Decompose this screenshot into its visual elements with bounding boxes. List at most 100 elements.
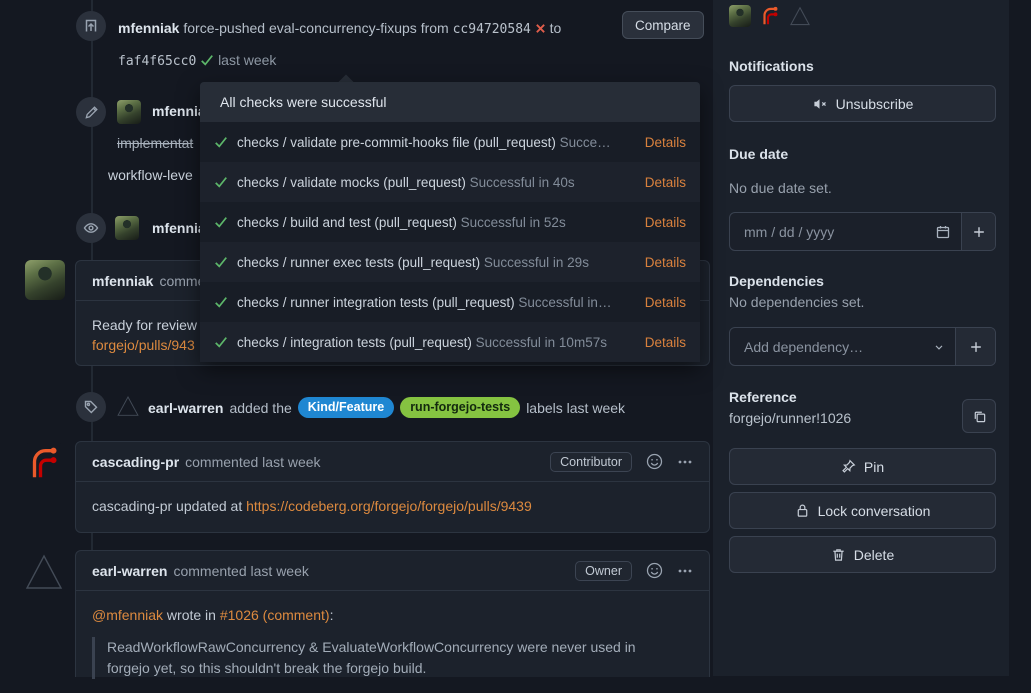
tag-icon [83,399,99,415]
check-row[interactable]: checks / validate mocks (pull_request) S… [200,162,700,202]
check-row[interactable]: checks / validate pre-commit-hooks file … [200,122,700,162]
force-push-event-line2: faf4f65cc0 last week [118,52,276,69]
comment-author[interactable]: cascading-pr [92,454,179,470]
delete-button[interactable]: Delete [729,536,996,573]
pin-button[interactable]: Pin [729,448,996,485]
add-dependency-select[interactable]: Add dependency… [730,339,923,355]
checks-list: checks / validate pre-commit-hooks file … [200,122,700,362]
check-row[interactable]: checks / integration tests (pull_request… [200,322,700,362]
check-row[interactable]: checks / build and test (pull_request) S… [200,202,700,242]
add-dependency-button[interactable] [955,328,995,365]
comment-meta: commented last week [185,454,320,470]
check-icon[interactable] [200,53,214,67]
due-date-heading: Due date [729,146,788,162]
comment-text: cascading-pr updated at [92,498,246,514]
mention-link[interactable]: @mfenniak [92,607,163,623]
comment-cascading-pr: cascading-pr commented last week Contrib… [75,441,710,533]
mute-icon [812,96,828,112]
lock-conversation-button[interactable]: Lock conversation [729,492,996,529]
comment-header: earl-warren commented last week Owner [76,551,709,591]
details-link[interactable]: Details [645,255,686,270]
label-run-forgejo-tests[interactable]: run-forgejo-tests [400,397,520,418]
actor-name[interactable]: mfenniak [118,20,179,36]
codeberg-pull-link[interactable]: https://codeberg.org/forgejo/forgejo/pul… [246,498,532,514]
dependencies-empty-text: No dependencies set. [729,294,864,310]
plus-icon [969,340,983,354]
check-status: Successful in 40s [470,175,575,190]
contributor-badge: Contributor [550,452,632,472]
check-icon [214,295,228,309]
copy-icon [972,409,987,424]
old-title-text: implementat [117,135,193,151]
pencil-icon [84,105,99,120]
forgejo-logo-avatar[interactable] [24,443,64,483]
new-title-text: workflow-leve [108,167,193,183]
avatar[interactable] [115,216,139,240]
comment-header: cascading-pr commented last week Contrib… [76,442,709,482]
participant-forgejo-avatar[interactable] [759,5,781,27]
check-icon [214,255,228,269]
force-push-event-line1: mfenniak force-pushed eval-concurrency-f… [118,20,561,37]
check-row[interactable]: checks / runner integration tests (pull_… [200,282,700,322]
details-link[interactable]: Details [645,175,686,190]
copy-reference-button[interactable] [962,399,996,433]
smiley-icon[interactable] [646,562,663,579]
comment-ref-link[interactable]: #1026 (comment) [220,607,330,623]
label-kind-feature[interactable]: Kind/Feature [298,397,394,418]
to-commit-sha[interactable]: faf4f65cc0 [118,54,196,69]
unsubscribe-button[interactable]: Unsubscribe [729,85,996,122]
check-icon [214,215,228,229]
due-date-empty-text: No due date set. [729,180,832,196]
check-name: checks / build and test (pull_request) [237,215,457,230]
pin-label: Pin [864,459,884,475]
labels-event-text: added the [229,400,291,416]
avatar[interactable] [25,260,65,300]
issue-sidebar: Notifications Unsubscribe Due date No du… [713,0,1009,676]
comment-author[interactable]: earl-warren [92,563,167,579]
calendar-icon[interactable] [925,224,961,240]
avatar[interactable] [117,100,141,124]
pin-icon [841,459,856,474]
force-push-event-icon-circle [76,11,106,41]
compare-button[interactable]: Compare [622,11,704,39]
participant-avatar[interactable] [729,5,751,27]
checks-dropdown-title: All checks were successful [200,82,700,122]
details-link[interactable]: Details [645,215,686,230]
labels-event-line: earl-warren added the Kind/Feature run-f… [148,397,625,418]
kebab-icon[interactable] [677,454,693,470]
forgejo-logo-icon [25,444,63,482]
lock-conversation-label: Lock conversation [818,503,931,519]
triangle-avatar[interactable] [24,552,64,592]
pull-request-link[interactable]: forgejo/pulls/943 [92,337,195,353]
details-link[interactable]: Details [645,135,686,150]
check-status: Succe… [560,135,611,150]
colon: : [330,607,334,623]
x-icon [535,23,546,34]
labels-event-actor[interactable]: earl-warren [148,400,223,416]
reference-value: forgejo/runner!1026 [729,410,851,426]
quoted-text: ReadWorkflowRawConcurrency & EvaluateWor… [92,637,667,679]
details-link[interactable]: Details [645,295,686,310]
event-time: last week [218,52,276,68]
comment-meta: commented last week [173,563,308,579]
comment-body: cascading-pr updated at https://codeberg… [76,482,709,530]
check-status: Successful in 29s [484,255,589,270]
comment-author[interactable]: mfenniak [92,273,153,289]
check-row[interactable]: checks / runner exec tests (pull_request… [200,242,700,282]
check-status: Successful in 52s [461,215,566,230]
dependency-input-group: Add dependency… [729,327,996,366]
participant-triangle-avatar[interactable] [789,5,811,27]
add-due-date-button[interactable] [961,213,995,250]
triangle-avatar[interactable] [116,394,140,418]
comment-text: wrote in [163,607,220,623]
due-date-input[interactable] [730,224,925,240]
kebab-icon[interactable] [677,563,693,579]
smiley-icon[interactable] [646,453,663,470]
watch-event-actor[interactable]: mfennia [152,220,206,236]
check-name: checks / validate mocks (pull_request) [237,175,466,190]
from-commit-sha[interactable]: cc94720584 [453,22,531,37]
edit-event-actor[interactable]: mfennia [152,103,206,119]
details-link[interactable]: Details [645,335,686,350]
labels-event-tail: labels last week [526,400,625,416]
owner-badge: Owner [575,561,632,581]
